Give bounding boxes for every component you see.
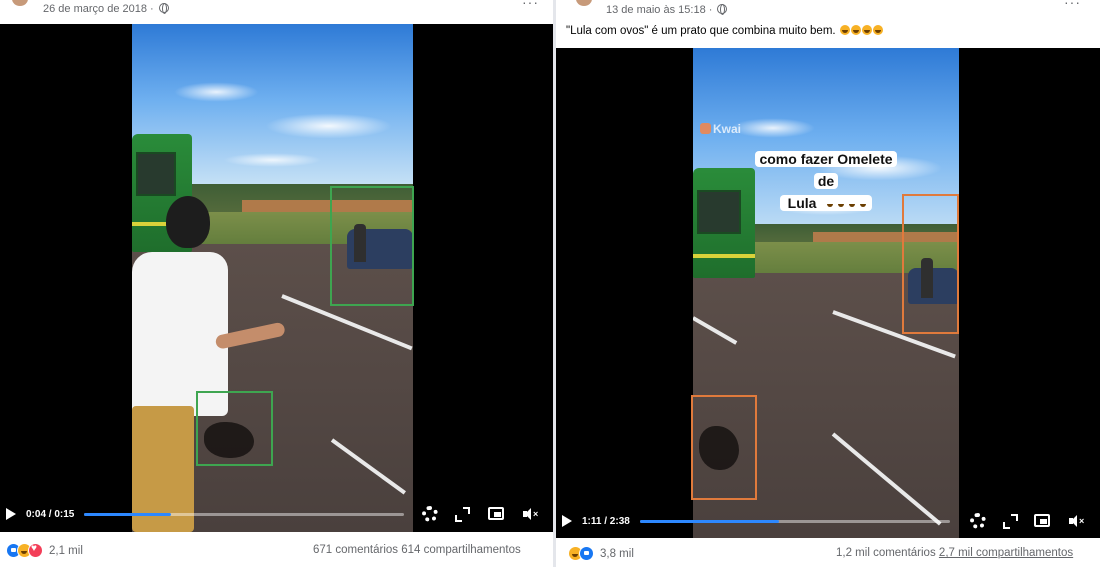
highlight-box-car: [330, 186, 414, 306]
video-controls: 1:11 / 2:38 ×: [556, 506, 1100, 536]
video-controls: 0:04 / 0:15 ×: [0, 499, 553, 529]
video-overlay-title: como fazer Omelete de Lula: [736, 148, 916, 214]
right-post: 13 de maio às 15:18 · ··· "Lula com ovos…: [556, 0, 1100, 567]
right-post-footer: 3,8 mil 1,2 mil comentários 2,7 mil comp…: [556, 542, 1100, 566]
kwai-logo-icon: [700, 123, 711, 134]
fullscreen-icon[interactable]: [1002, 513, 1018, 529]
highlight-box-car: [902, 194, 959, 334]
post-timestamp[interactable]: 26 de março de 2018 ·: [43, 3, 169, 15]
rofl-emoji-icon: [872, 25, 883, 35]
left-post: 26 de março de 2018 · ··· 0:04 / 0:15 × …: [0, 0, 553, 567]
more-options-icon[interactable]: ···: [1064, 0, 1081, 10]
left-post-header: 26 de março de 2018 · ···: [0, 0, 553, 22]
shares-link[interactable]: 614 compartilhamentos: [401, 544, 521, 556]
post-timestamp[interactable]: 13 de maio às 15:18 ·: [606, 4, 728, 16]
volume-mute-icon[interactable]: ×: [522, 506, 538, 522]
globe-icon: [717, 4, 728, 15]
seek-bar[interactable]: [84, 512, 405, 516]
video-player[interactable]: 0:04 / 0:15 ×: [0, 24, 553, 532]
love-icon: [28, 543, 43, 558]
video-time: 0:04 / 0:15: [26, 508, 75, 520]
kwai-watermark: Kwai: [700, 122, 741, 136]
reaction-summary[interactable]: 2,1 mil: [6, 543, 83, 558]
seek-bar[interactable]: [639, 519, 950, 523]
more-options-icon[interactable]: ···: [522, 0, 539, 10]
post-stats: 1,2 mil comentários 2,7 mil compartilham…: [836, 547, 1073, 559]
comments-link[interactable]: 1,2 mil comentários: [836, 547, 936, 559]
avatar[interactable]: [568, 0, 600, 18]
rofl-emoji-icon: [861, 25, 872, 35]
volume-mute-icon[interactable]: ×: [1068, 513, 1084, 529]
pip-icon[interactable]: [1034, 514, 1050, 527]
left-post-footer: 2,1 mil 671 comentários 614 compartilham…: [0, 539, 553, 563]
gear-icon[interactable]: [422, 506, 438, 522]
post-stats: 671 comentários 614 compartilhamentos: [313, 544, 521, 556]
laughing-emoji-icon: [839, 25, 850, 35]
video-time: 1:11 / 2:38: [582, 515, 630, 527]
video-player[interactable]: Kwai como fazer Omelete de Lula 1:11 / 2…: [556, 48, 1100, 538]
seek-progress: [84, 512, 171, 516]
right-post-header: 13 de maio às 15:18 · ···: [556, 0, 1100, 22]
reaction-count: 3,8 mil: [600, 547, 634, 560]
seek-progress: [639, 519, 780, 523]
play-icon[interactable]: [6, 508, 16, 520]
highlight-box-shadow: [196, 391, 273, 466]
like-icon: [579, 546, 594, 561]
highlight-box-shadow: [691, 395, 757, 500]
pip-icon[interactable]: [488, 507, 504, 520]
avatar[interactable]: [4, 0, 36, 18]
reaction-summary[interactable]: 3,8 mil: [568, 546, 634, 561]
gear-icon[interactable]: [970, 513, 986, 529]
post-caption: "Lula com ovos" é um prato que combina m…: [566, 25, 883, 37]
reaction-count: 2,1 mil: [49, 544, 83, 557]
fullscreen-icon[interactable]: [454, 506, 470, 522]
shares-link[interactable]: 2,7 mil compartilhamentos: [939, 547, 1073, 559]
comments-link[interactable]: 671 comentários: [313, 544, 398, 556]
laughing-emoji-icon: [850, 25, 861, 35]
play-icon[interactable]: [562, 515, 572, 527]
globe-icon: [158, 3, 169, 14]
